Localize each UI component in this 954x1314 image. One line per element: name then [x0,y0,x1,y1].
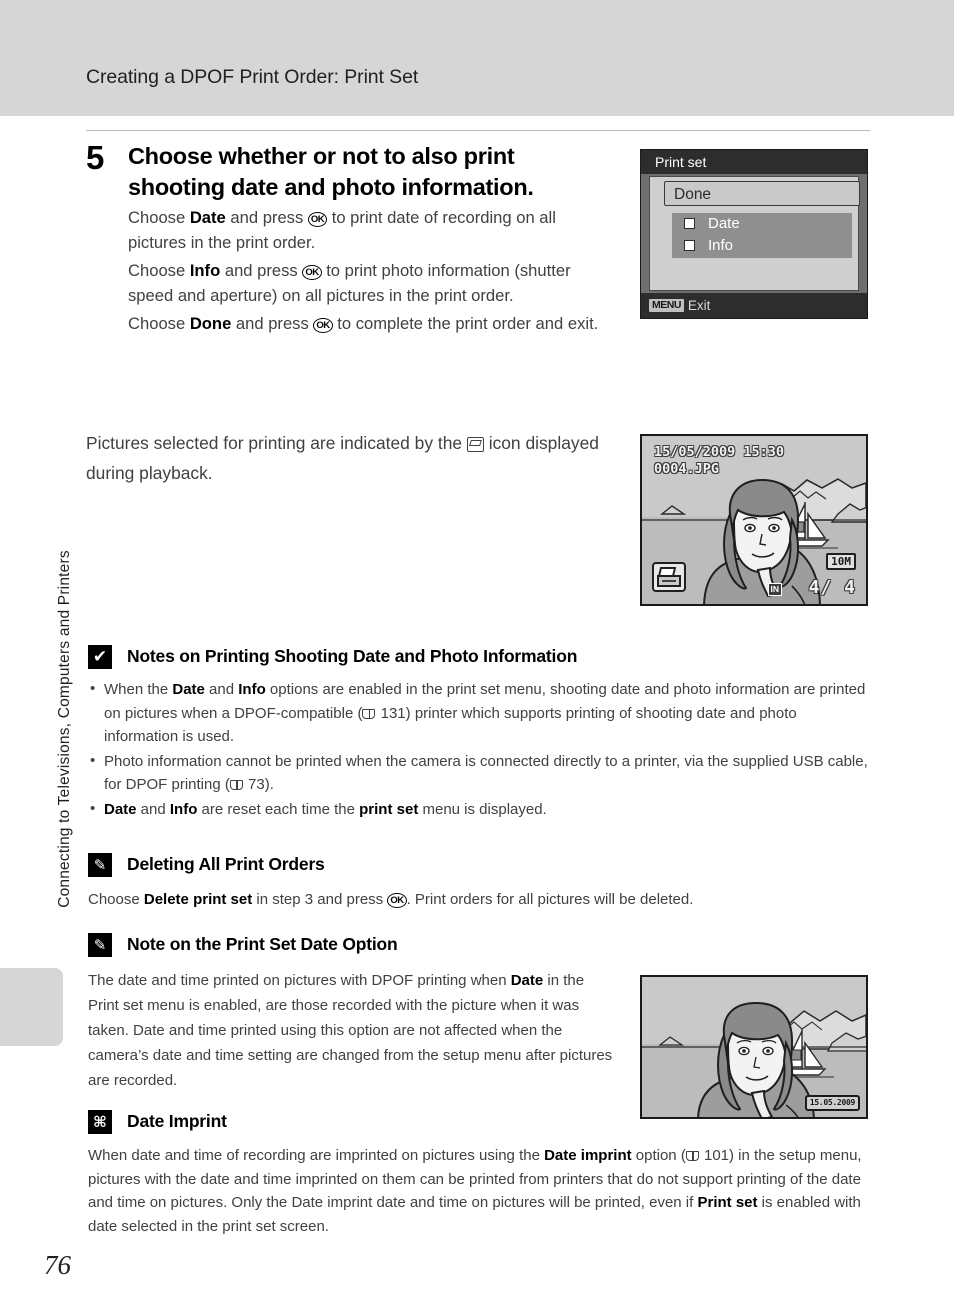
page-reference: 101 [703,1147,730,1164]
note-body-printing-date: When the Date and Info options are enabl… [88,677,870,822]
step-number: 5 [86,139,105,176]
note-bold-date: Date [510,972,544,989]
menu-item-date-label: Date [708,215,740,232]
step-paragraph-done: Choose Done and press OK to complete the… [128,311,616,336]
bullet-bold-printset: print set [359,800,419,818]
frame-counter: 4/ 4 [808,577,856,598]
bullet-item: When the Date and Info options are enabl… [88,677,870,749]
mid-para-a: Pictures selected for printing are indic… [86,433,467,453]
step-p2-bold: Info [189,261,221,280]
bullet-text: and [136,800,170,818]
page-reference: 131 [380,704,406,722]
note-text: When date and time of recording are impr… [88,1147,545,1164]
menu-body: Done Date Info [649,176,860,291]
menu-item-info-label: Info [708,237,734,254]
step-p3-c: and press [231,314,314,333]
book-reference-icon [362,708,376,719]
playback-filename: 0004.JPG [654,461,720,477]
step-p1-a: Choose [128,208,190,227]
internal-memory-badge: IN [767,583,782,596]
ok-button-icon: OK [387,893,407,908]
step-p3-a: Choose [128,314,190,333]
page-reference: 73 [248,776,265,793]
bullet-item: Date and Info are reset each time the pr… [88,797,870,822]
menu-checkbox-group: Date Info [672,213,852,258]
bullet-bold-date: Date [104,800,137,818]
note-title-printing-date: Notes on Printing Shooting Date and Phot… [127,646,578,666]
checkbox-info-icon[interactable] [684,240,695,251]
note-bold-delete-print-set: Delete print set [143,891,253,908]
ok-button-icon: OK [307,212,328,227]
page-content: 5 Choose whether or not to also print sh… [0,0,954,1314]
step-body: Choose Date and press OK to print date o… [128,205,616,336]
ok-button-icon: OK [302,265,322,280]
playback-osd-text: 15/05/2009 15:30 0004.JPG [654,444,784,478]
menu-footer: MENU Exit [641,293,867,318]
print-order-icon [652,562,686,592]
step-paragraph-info: Choose Info and press OK to print photo … [128,258,616,308]
step-p3-d: to complete the print order and exit. [332,314,599,333]
print-set-menu-screen: Print set Done Date Info MENU Exit [640,149,868,319]
date-imprint-icon: ⌘ [88,1110,112,1134]
note-body-deleting-orders: Choose Delete print set in step 3 and pr… [88,888,870,912]
bullet-text: Photo information cannot be printed when… [104,752,868,794]
print-order-glyph [657,567,681,587]
note-body-print-set-date: The date and time printed on pictures wi… [88,968,614,1093]
step-p2-a: Choose [128,261,190,280]
menu-title: Print set [641,150,867,174]
bullet-bold-date: Date [172,681,205,698]
note-text: in step 3 and press [252,891,388,908]
note-title-date-imprint: Date Imprint [127,1111,227,1131]
menu-item-info[interactable]: Info [672,235,852,257]
bullet-text: When the [104,681,173,698]
book-reference-icon [685,1151,699,1161]
menu-item-done[interactable]: Done [664,181,860,206]
note-bold-date-imprint: Date imprint [544,1147,632,1164]
playback-screen-illustration: 15/05/2009 15:30 0004.JPG IN 10M 4/ 4 [640,434,868,606]
note-text: in the Print set menu is enabled, are th… [88,972,613,1089]
ok-button-icon: OK [313,318,333,333]
date-imprint-illustration: 15.05.2009 [640,975,868,1119]
note-text: . Print orders for all pictures will be … [406,891,694,908]
note-title-print-set-date: Note on the Print Set Date Option [127,934,398,954]
date-imprint-stamp: 15.05.2009 [804,1095,860,1111]
bullet-text: and [204,681,239,698]
note-body-date-imprint: When date and time of recording are impr… [88,1144,870,1238]
step-p2-c: and press [220,261,303,280]
image-size-badge: 10M [826,553,856,570]
bullet-item: Photo information cannot be printed when… [88,749,870,797]
pencil-note-icon: ✎ [88,933,112,957]
bullet-text: are reset each time the [197,800,360,818]
bullet-bold-info: Info [169,800,198,818]
step-p1-bold: Date [189,208,226,227]
menu-item-date[interactable]: Date [672,213,852,235]
caution-checkmark-icon: ✔ [88,645,112,669]
book-reference-icon [229,780,243,790]
note-bold-print-set: Print set [697,1194,758,1211]
step-p1-c: and press [225,208,308,227]
print-order-icon [466,437,484,452]
content-top-divider [86,130,870,131]
bullet-text: ). [264,776,274,793]
pencil-note-icon: ✎ [88,853,112,877]
checkbox-date-icon[interactable] [684,218,695,229]
note-text: option ( [631,1147,686,1164]
menu-footer-label: Exit [687,298,711,313]
step-p3-bold: Done [189,314,232,333]
note-bullet-list: When the Date and Info options are enabl… [88,677,870,822]
playback-indicator-paragraph: Pictures selected for printing are indic… [86,428,626,488]
note-text: Choose [88,891,144,908]
bullet-bold-info: Info [238,681,266,698]
menu-button-icon: MENU [649,299,684,312]
note-text: The date and time printed on pictures wi… [88,972,511,989]
playback-datetime: 15/05/2009 15:30 [654,444,785,460]
step-paragraph-date: Choose Date and press OK to print date o… [128,205,616,255]
bullet-text: menu is displayed. [418,800,547,818]
step-heading: Choose whether or not to also print shoo… [128,143,534,200]
note-title-deleting-orders: Deleting All Print Orders [127,854,325,874]
